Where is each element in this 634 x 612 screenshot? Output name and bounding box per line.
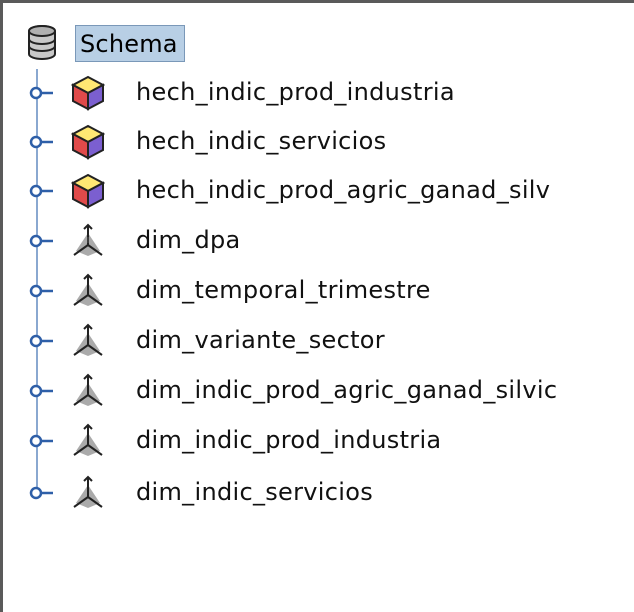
tree-item-dimension[interactable]: dim_dpa: [3, 221, 634, 261]
dimension-axes-icon: [73, 223, 103, 256]
expand-handle-icon[interactable]: [29, 334, 55, 348]
tree-item-label: dim_indic_prod_industria: [136, 426, 442, 454]
tree-item-label: hech_indic_servicios: [136, 127, 387, 155]
tree-item-label: dim_variante_sector: [136, 326, 385, 354]
cube-icon: [71, 173, 105, 209]
dimension-axes-icon: [73, 273, 103, 306]
tree-item-dimension[interactable]: dim_indic_prod_agric_ganad_silvic: [3, 371, 634, 411]
tree-item-dimension[interactable]: dim_indic_prod_industria: [3, 421, 634, 461]
expand-handle-icon[interactable]: [29, 434, 55, 448]
expand-handle-icon[interactable]: [29, 486, 55, 500]
tree-item-dimension[interactable]: dim_variante_sector: [3, 321, 634, 361]
dimension-axes-icon: [73, 323, 103, 356]
schema-tree-panel: Schema hech_indic_prod_industria hech_in…: [0, 0, 634, 612]
schema-tree: Schema hech_indic_prod_industria hech_in…: [3, 3, 634, 612]
cube-icon: [71, 75, 105, 111]
expand-handle-icon[interactable]: [29, 184, 55, 198]
tree-item-label: hech_indic_prod_agric_ganad_silv: [136, 176, 551, 204]
expand-handle-icon[interactable]: [29, 86, 55, 100]
tree-item-cube[interactable]: hech_indic_prod_agric_ganad_silv: [3, 171, 634, 211]
expand-handle-icon[interactable]: [29, 284, 55, 298]
tree-item-label: dim_temporal_trimestre: [136, 276, 431, 304]
tree-item-label: dim_indic_prod_agric_ganad_silvic: [136, 376, 558, 404]
expand-handle-icon[interactable]: [29, 384, 55, 398]
dimension-axes-icon: [73, 423, 103, 456]
tree-item-dimension[interactable]: dim_indic_servicios: [3, 473, 634, 513]
cube-icon: [71, 124, 105, 160]
tree-item-cube[interactable]: hech_indic_prod_industria: [3, 73, 634, 113]
dimension-axes-icon: [73, 373, 103, 406]
tree-item-cube[interactable]: hech_indic_servicios: [3, 122, 634, 162]
expand-handle-icon[interactable]: [29, 135, 55, 149]
tree-root-schema[interactable]: Schema: [25, 21, 185, 65]
database-icon: [28, 25, 56, 60]
expand-handle-icon[interactable]: [29, 234, 55, 248]
tree-item-label: hech_indic_prod_industria: [136, 78, 455, 106]
tree-item-dimension[interactable]: dim_temporal_trimestre: [3, 271, 634, 311]
tree-item-label: dim_dpa: [136, 226, 241, 254]
dimension-axes-icon: [73, 475, 103, 508]
tree-root-label[interactable]: Schema: [75, 24, 185, 62]
tree-item-label: dim_indic_servicios: [136, 478, 374, 506]
